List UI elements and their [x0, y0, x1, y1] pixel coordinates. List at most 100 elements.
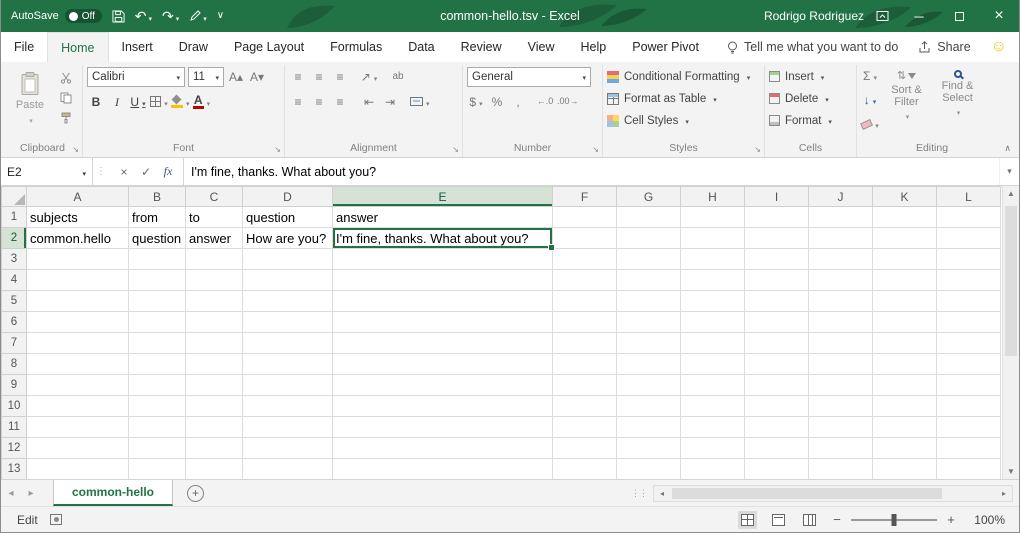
align-bottom-button[interactable]: ≡ [331, 67, 349, 87]
select-all-button[interactable] [2, 187, 27, 207]
cell-I11[interactable] [745, 417, 809, 438]
cell-B2[interactable]: question [129, 228, 186, 249]
cell-L4[interactable] [937, 270, 1001, 291]
undo-dropdown-icon[interactable] [146, 9, 152, 23]
bold-button[interactable]: B [87, 92, 105, 112]
cell-H1[interactable] [681, 207, 745, 228]
normal-view-button[interactable] [738, 511, 757, 529]
zoom-in-button[interactable]: + [945, 512, 957, 527]
cell-D7[interactable] [243, 333, 333, 354]
decrease-decimal-button[interactable]: .00→ [557, 92, 579, 112]
cell-C5[interactable] [186, 291, 243, 312]
row-header-10[interactable]: 10 [2, 396, 27, 417]
cell-J8[interactable] [809, 354, 873, 375]
cell-E4[interactable] [333, 270, 553, 291]
percent-style-button[interactable]: % [488, 92, 506, 112]
cell-A7[interactable] [27, 333, 129, 354]
cell-styles-button[interactable]: Cell Styles [607, 110, 689, 131]
tab-home[interactable]: Home [47, 32, 108, 62]
cell-D11[interactable] [243, 417, 333, 438]
row-header-12[interactable]: 12 [2, 438, 27, 459]
tab-data[interactable]: Data [395, 32, 447, 62]
format-painter-button[interactable] [57, 111, 75, 125]
format-cells-button[interactable]: Format [769, 110, 832, 131]
cell-D12[interactable] [243, 438, 333, 459]
cell-C12[interactable] [186, 438, 243, 459]
cell-J1[interactable] [809, 207, 873, 228]
cell-K5[interactable] [873, 291, 937, 312]
cell-G9[interactable] [617, 375, 681, 396]
cell-G10[interactable] [617, 396, 681, 417]
cell-L10[interactable] [937, 396, 1001, 417]
cell-F7[interactable] [553, 333, 617, 354]
styles-dialog-launcher[interactable]: ↘ [754, 146, 761, 154]
share-button[interactable]: Share [918, 40, 970, 54]
chevron-down-icon[interactable] [184, 96, 190, 108]
cell-C7[interactable] [186, 333, 243, 354]
vertical-scrollbar-thumb[interactable] [1005, 206, 1017, 356]
autosum-button[interactable]: Σ [861, 66, 879, 86]
cell-K2[interactable] [873, 228, 937, 249]
row-header-8[interactable]: 8 [2, 354, 27, 375]
cell-G5[interactable] [617, 291, 681, 312]
cell-H9[interactable] [681, 375, 745, 396]
cell-H4[interactable] [681, 270, 745, 291]
cell-E7[interactable] [333, 333, 553, 354]
scroll-right-icon[interactable]: ▸ [996, 489, 1012, 498]
tab-page-layout[interactable]: Page Layout [221, 32, 317, 62]
cell-A6[interactable] [27, 312, 129, 333]
column-header-l[interactable]: L [937, 187, 1001, 207]
cell-I5[interactable] [745, 291, 809, 312]
sheet-nav-right-icon[interactable]: ▸ [21, 480, 41, 506]
pen-mode-button[interactable] [189, 9, 207, 23]
row-header-3[interactable]: 3 [2, 249, 27, 270]
cell-E12[interactable] [333, 438, 553, 459]
cell-D2[interactable]: How are you? [243, 228, 333, 249]
cell-F11[interactable] [553, 417, 617, 438]
cell-E5[interactable] [333, 291, 553, 312]
find-select-button[interactable]: Find & Select [934, 66, 981, 120]
cell-B3[interactable] [129, 249, 186, 270]
zoom-slider[interactable] [851, 519, 937, 521]
cell-F6[interactable] [553, 312, 617, 333]
minimize-button[interactable]: ─ [899, 0, 939, 32]
scroll-down-icon[interactable]: ▼ [1007, 467, 1015, 476]
scroll-left-icon[interactable]: ◂ [654, 489, 670, 498]
cell-A12[interactable] [27, 438, 129, 459]
number-format-select[interactable]: General [467, 67, 591, 87]
row-header-6[interactable]: 6 [2, 312, 27, 333]
close-button[interactable]: × [979, 0, 1019, 32]
cell-I13[interactable] [745, 459, 809, 480]
maximize-button[interactable] [939, 0, 979, 32]
pen-dropdown-icon[interactable] [201, 9, 207, 23]
cell-B8[interactable] [129, 354, 186, 375]
column-header-e[interactable]: E [333, 187, 553, 207]
cell-A8[interactable] [27, 354, 129, 375]
cell-G6[interactable] [617, 312, 681, 333]
cell-G1[interactable] [617, 207, 681, 228]
accounting-format-button[interactable]: $ [467, 92, 485, 112]
cell-G11[interactable] [617, 417, 681, 438]
cell-B12[interactable] [129, 438, 186, 459]
macro-record-icon[interactable] [50, 514, 62, 525]
enter-button[interactable]: ✓ [137, 165, 155, 179]
italic-button[interactable]: I [108, 92, 126, 112]
cell-E10[interactable] [333, 396, 553, 417]
cut-button[interactable] [57, 71, 75, 85]
orientation-button[interactable]: ↗ [360, 67, 378, 87]
row-header-7[interactable]: 7 [2, 333, 27, 354]
cell-E13[interactable] [333, 459, 553, 480]
cell-A4[interactable] [27, 270, 129, 291]
chevron-down-icon[interactable] [162, 96, 168, 108]
cell-H8[interactable] [681, 354, 745, 375]
scroll-up-icon[interactable]: ▲ [1007, 189, 1015, 198]
cell-K9[interactable] [873, 375, 937, 396]
cell-K11[interactable] [873, 417, 937, 438]
wrap-text-button[interactable]: ab [389, 67, 407, 87]
column-header-d[interactable]: D [243, 187, 333, 207]
vertical-scrollbar[interactable]: ▲ ▼ [1002, 186, 1019, 479]
cell-K3[interactable] [873, 249, 937, 270]
underline-button[interactable]: U [129, 92, 147, 112]
cell-D3[interactable] [243, 249, 333, 270]
cell-H10[interactable] [681, 396, 745, 417]
